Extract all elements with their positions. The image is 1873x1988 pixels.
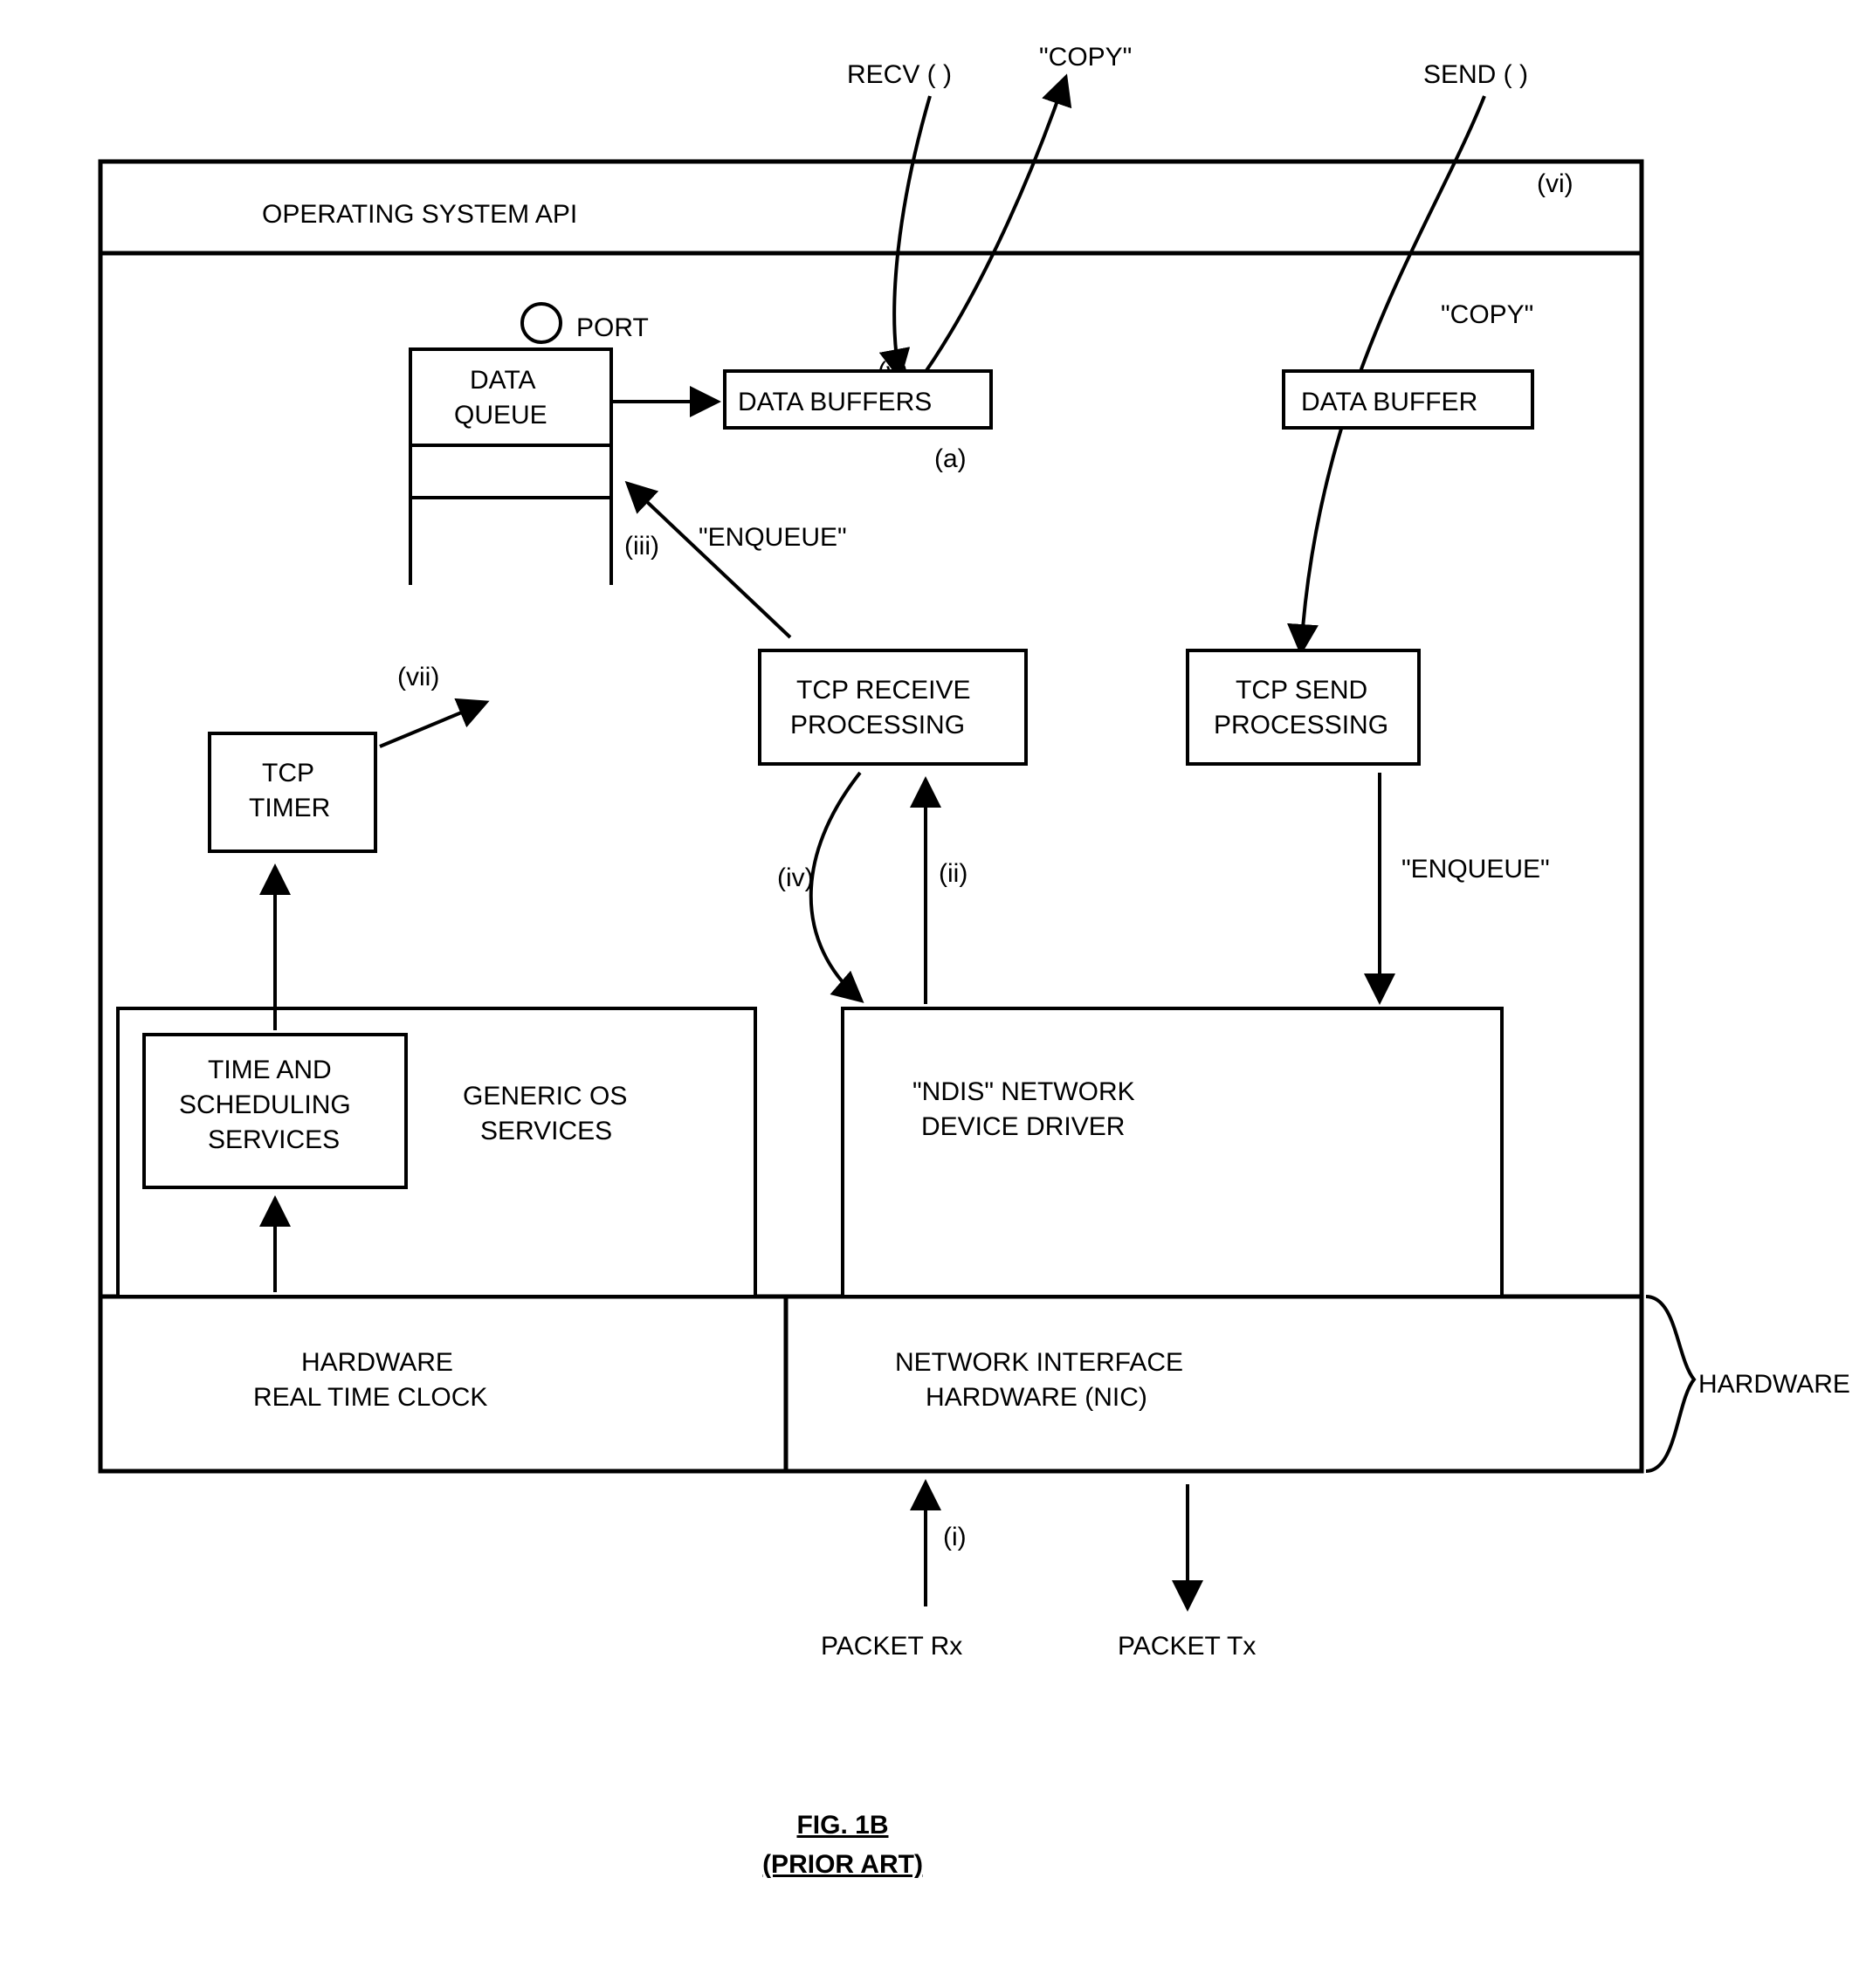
ndis-l1: "NDIS" NETWORK — [912, 1077, 1135, 1106]
copy-recv-label: "COPY" — [1039, 43, 1132, 72]
marker-i: (i) — [943, 1523, 967, 1551]
tcp-timer-l1: TCP — [262, 759, 314, 788]
marker-iii: (iii) — [624, 532, 659, 561]
tcp-recv-l2: PROCESSING — [790, 711, 965, 739]
nic-l2: HARDWARE (NIC) — [926, 1383, 1147, 1412]
tcp-send-l1: TCP SEND — [1236, 676, 1367, 705]
data-queue-l1: DATA — [470, 366, 536, 395]
tcp-send-l2: PROCESSING — [1214, 711, 1388, 739]
tcp-recv-l1: TCP RECEIVE — [796, 676, 971, 705]
data-buffers-label: DATA BUFFERS — [738, 388, 932, 416]
ndis-l2: DEVICE DRIVER — [921, 1112, 1125, 1141]
gos-l1: GENERIC OS — [463, 1082, 627, 1111]
enqueue-send-label: "ENQUEUE" — [1401, 855, 1550, 884]
copy-send-label: "COPY" — [1441, 300, 1533, 329]
port-label: PORT — [576, 313, 649, 342]
api-band-label: OPERATING SYSTEM API — [262, 200, 577, 229]
recv-label: RECV ( ) — [847, 60, 952, 89]
gos-l2: SERVICES — [480, 1117, 612, 1145]
ts-l2: SCHEDULING — [179, 1090, 351, 1119]
data-queue-l2: QUEUE — [454, 401, 547, 430]
nic-l1: NETWORK INTERFACE — [895, 1348, 1183, 1377]
hwclk-l1: HARDWARE — [301, 1348, 453, 1377]
figure-prior-art: (PRIOR ART) — [762, 1850, 923, 1879]
hwclk-l2: REAL TIME CLOCK — [253, 1383, 487, 1412]
hardware-brace-label: HARDWARE — [1698, 1370, 1850, 1399]
marker-vii: (vii) — [397, 663, 439, 691]
marker-iv: (iv) — [777, 863, 814, 892]
tcp-timer-l2: TIMER — [249, 794, 330, 822]
packet-tx: PACKET Tx — [1118, 1632, 1256, 1661]
ts-l1: TIME AND — [208, 1056, 332, 1084]
data-buffer-right: DATA BUFFER — [1301, 388, 1477, 416]
ts-l3: SERVICES — [208, 1125, 340, 1154]
send-label: SEND ( ) — [1423, 60, 1528, 89]
enqueue-recv-label: "ENQUEUE" — [699, 523, 847, 552]
marker-ii: (ii) — [939, 859, 967, 888]
packet-rx: PACKET Rx — [821, 1632, 962, 1661]
marker-vi: (vi) — [1537, 169, 1573, 198]
figure-caption: FIG. 1B — [796, 1811, 888, 1840]
marker-a: (a) — [934, 444, 967, 473]
